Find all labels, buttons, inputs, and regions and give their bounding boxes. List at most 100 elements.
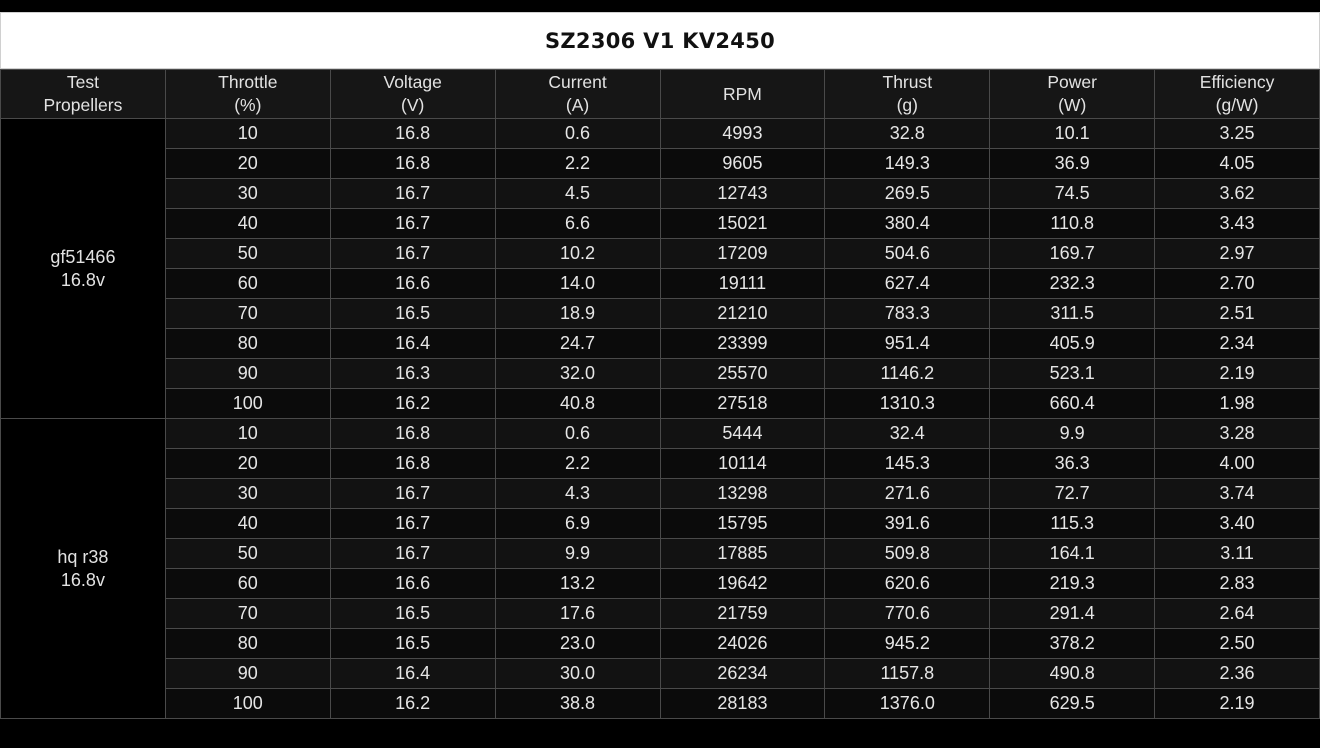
table-row: 80 16.5 23.0 24026 945.2 378.2 2.50 bbox=[1, 628, 1320, 659]
thrust-cell: 1146.2 bbox=[824, 358, 991, 389]
thrust-cell: 627.4 bbox=[824, 268, 991, 299]
header-throttle-line: Throttle bbox=[218, 72, 278, 92]
efficiency-cell: 2.34 bbox=[1154, 328, 1320, 359]
performance-table: Test Propellers Throttle (%) Voltage (V) Curre… bbox=[0, 69, 1320, 719]
header-throttle-line: (%) bbox=[234, 95, 262, 115]
throttle-cell: 10 bbox=[164, 418, 331, 449]
thrust-cell: 783.3 bbox=[824, 298, 991, 329]
current-cell: 4.5 bbox=[494, 178, 661, 209]
header-propeller-line: Propellers bbox=[43, 95, 123, 115]
throttle-cell: 100 bbox=[164, 688, 331, 719]
rpm-cell: 19111 bbox=[659, 268, 826, 299]
efficiency-cell: 3.40 bbox=[1154, 508, 1320, 539]
efficiency-cell: 2.97 bbox=[1154, 238, 1320, 269]
header-rpm-line: RPM bbox=[722, 83, 762, 104]
table-row: 30 16.7 4.3 13298 271.6 72.7 3.74 bbox=[1, 478, 1320, 509]
header-efficiency: Efficiency (g/W) bbox=[1154, 69, 1320, 119]
current-cell: 32.0 bbox=[494, 358, 661, 389]
header-thrust-line: Thrust bbox=[882, 72, 933, 92]
voltage-cell: 16.7 bbox=[329, 238, 496, 269]
current-cell: 24.7 bbox=[494, 328, 661, 359]
table-row: hq r38 16.8v 10 16.8 0.6 5444 32.4 9.9 3.28 bbox=[0, 418, 1320, 719]
power-cell: 378.2 bbox=[989, 628, 1156, 659]
thrust-cell: 1157.8 bbox=[824, 658, 991, 689]
current-cell: 6.9 bbox=[494, 508, 661, 539]
header-throttle: Throttle (%) bbox=[164, 69, 331, 119]
table-body: gf51466 16.8v 10 16.8 0.6 4993 32.8 10.1 3.25 20 1… bbox=[0, 118, 1320, 719]
propeller-cell: hq r38 16.8v bbox=[0, 418, 166, 719]
header-power: Power (W) bbox=[989, 69, 1156, 119]
table-row: 20 16.8 2.2 10114 145.3 36.3 4.00 bbox=[1, 448, 1320, 479]
throttle-cell: 30 bbox=[164, 478, 331, 509]
efficiency-cell: 4.00 bbox=[1154, 448, 1320, 479]
throttle-cell: 60 bbox=[164, 268, 331, 299]
current-cell: 2.2 bbox=[494, 448, 661, 479]
power-cell: 74.5 bbox=[989, 178, 1156, 209]
voltage-cell: 16.7 bbox=[329, 478, 496, 509]
table-row: 50 16.7 10.2 17209 504.6 169.7 2.97 bbox=[1, 238, 1320, 269]
throttle-cell: 20 bbox=[164, 448, 331, 479]
header-propeller: Test Propellers bbox=[0, 69, 166, 119]
voltage-cell: 16.7 bbox=[329, 538, 496, 569]
throttle-cell: 80 bbox=[164, 628, 331, 659]
propeller-label-line: hq r38 bbox=[57, 546, 109, 567]
efficiency-cell: 2.83 bbox=[1154, 568, 1320, 599]
throttle-cell: 70 bbox=[164, 298, 331, 329]
header-power-line: (W) bbox=[1058, 95, 1087, 115]
power-cell: 36.3 bbox=[989, 448, 1156, 479]
thrust-cell: 32.4 bbox=[824, 418, 991, 449]
header-voltage-line: (V) bbox=[401, 95, 425, 115]
title-bar: SZ2306 V1 KV2450 bbox=[0, 12, 1320, 69]
voltage-cell: 16.8 bbox=[329, 118, 496, 149]
power-cell: 72.7 bbox=[989, 478, 1156, 509]
thrust-cell: 32.8 bbox=[824, 118, 991, 149]
table-row: 40 16.7 6.9 15795 391.6 115.3 3.40 bbox=[1, 508, 1320, 539]
voltage-cell: 16.8 bbox=[329, 448, 496, 479]
voltage-cell: 16.8 bbox=[329, 148, 496, 179]
thrust-cell: 509.8 bbox=[824, 538, 991, 569]
table-row: 100 16.2 40.8 27518 1310.3 660.4 1.98 bbox=[1, 388, 1320, 419]
table-row: 60 16.6 13.2 19642 620.6 219.3 2.83 bbox=[1, 568, 1320, 599]
table-row: 70 16.5 18.9 21210 783.3 311.5 2.51 bbox=[1, 298, 1320, 329]
table-row: 20 16.8 2.2 9605 149.3 36.9 4.05 bbox=[1, 148, 1320, 179]
power-cell: 291.4 bbox=[989, 598, 1156, 629]
header-thrust-line: (g) bbox=[896, 95, 918, 115]
rpm-cell: 10114 bbox=[659, 448, 826, 479]
efficiency-cell: 3.28 bbox=[1154, 418, 1320, 449]
propeller-label-line: gf51466 bbox=[50, 246, 116, 267]
current-cell: 0.6 bbox=[494, 118, 661, 149]
voltage-cell: 16.7 bbox=[329, 508, 496, 539]
power-cell: 311.5 bbox=[989, 298, 1156, 329]
table-row: 100 16.2 38.8 28183 1376.0 629.5 2.19 bbox=[1, 688, 1320, 719]
power-cell: 219.3 bbox=[989, 568, 1156, 599]
throttle-cell: 10 bbox=[164, 118, 331, 149]
power-cell: 490.8 bbox=[989, 658, 1156, 689]
rpm-cell: 15795 bbox=[659, 508, 826, 539]
voltage-cell: 16.4 bbox=[329, 328, 496, 359]
thrust-cell: 1376.0 bbox=[824, 688, 991, 719]
current-cell: 6.6 bbox=[494, 208, 661, 239]
efficiency-cell: 3.62 bbox=[1154, 178, 1320, 209]
current-cell: 9.9 bbox=[494, 538, 661, 569]
voltage-cell: 16.5 bbox=[329, 298, 496, 329]
rpm-cell: 24026 bbox=[659, 628, 826, 659]
header-efficiency-line: Efficiency bbox=[1199, 72, 1275, 92]
thrust-cell: 1310.3 bbox=[824, 388, 991, 419]
header-rpm: RPM bbox=[659, 69, 826, 119]
current-cell: 40.8 bbox=[494, 388, 661, 419]
power-cell: 10.1 bbox=[989, 118, 1156, 149]
efficiency-cell: 3.43 bbox=[1154, 208, 1320, 239]
voltage-cell: 16.2 bbox=[329, 688, 496, 719]
throttle-cell: 40 bbox=[164, 208, 331, 239]
rpm-cell: 12743 bbox=[659, 178, 826, 209]
table-row: 90 16.4 30.0 26234 1157.8 490.8 2.36 bbox=[1, 658, 1320, 689]
thrust-cell: 271.6 bbox=[824, 478, 991, 509]
voltage-cell: 16.5 bbox=[329, 598, 496, 629]
current-cell: 17.6 bbox=[494, 598, 661, 629]
table-title: SZ2306 V1 KV2450 bbox=[544, 28, 776, 53]
voltage-cell: 16.6 bbox=[329, 268, 496, 299]
header-voltage-line: Voltage bbox=[383, 72, 442, 92]
throttle-cell: 40 bbox=[164, 508, 331, 539]
current-cell: 30.0 bbox=[494, 658, 661, 689]
header-power-line: Power bbox=[1047, 72, 1097, 92]
